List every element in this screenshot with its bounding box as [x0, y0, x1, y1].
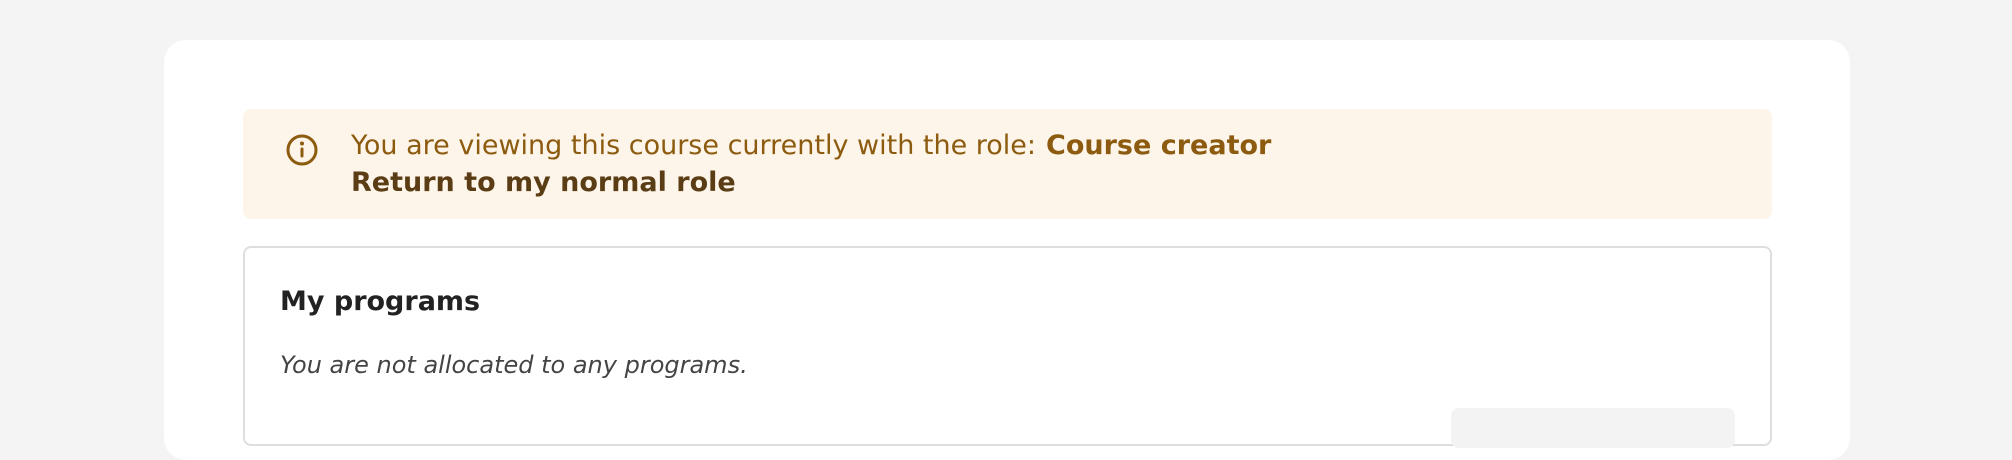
role-message-line: You are viewing this course currently wi… — [351, 129, 1271, 163]
current-role: Course creator — [1046, 130, 1272, 161]
return-to-normal-role-link[interactable]: Return to my normal role — [351, 166, 736, 200]
programs-empty-message: You are not allocated to any programs. — [280, 351, 748, 379]
programs-footer-placeholder — [1451, 408, 1735, 448]
info-icon — [283, 131, 321, 169]
role-message: You are viewing this course currently wi… — [351, 130, 1037, 161]
programs-title: My programs — [280, 286, 481, 317]
role-alert — [243, 109, 1772, 219]
